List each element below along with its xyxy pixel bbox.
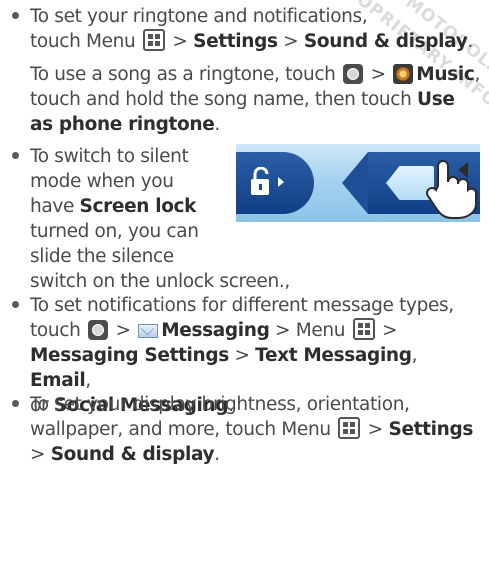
launcher-icon xyxy=(343,64,364,84)
b3-email: Email xyxy=(30,370,86,391)
b2-l4: turned on, you can xyxy=(30,221,199,242)
bullet-3-dot xyxy=(12,293,22,308)
messaging-icon xyxy=(138,324,159,338)
b1sub-pre: To use a song as a ringtone, touch xyxy=(30,64,342,85)
b1sub-end: . xyxy=(214,114,220,135)
b3-text-messaging: Text Messaging xyxy=(255,345,412,366)
menu-icon-2 xyxy=(352,318,375,340)
b3-sep-1: > xyxy=(109,320,137,341)
b3-sep-3: > xyxy=(376,320,398,341)
b1-sep-1: > xyxy=(166,31,194,52)
b2-l2: mode when you xyxy=(30,171,174,192)
bullet-4-dot xyxy=(12,392,22,407)
unlock-screen-illustration xyxy=(236,144,480,222)
b3-messaging: Messaging xyxy=(161,320,270,341)
b3-messaging-settings: Messaging Settings xyxy=(30,345,229,366)
b2-l6: switch on the unlock screen., xyxy=(30,271,290,292)
b2-l5: slide the silence xyxy=(30,246,174,267)
b4-settings: Settings xyxy=(388,419,473,440)
bullet-2-text: To switch to silent mode when you have S… xyxy=(30,144,290,294)
bullet-4-text: To set your display brightness, orientat… xyxy=(30,392,481,467)
b1-touch-menu: touch Menu xyxy=(30,31,141,52)
b2-l3-pre: have xyxy=(30,196,80,217)
b3-sep-2: > Menu xyxy=(269,320,351,341)
arrow-right-icon xyxy=(278,177,284,187)
menu-icon-3 xyxy=(338,417,361,439)
b2-l1: To switch to silent xyxy=(30,146,189,167)
b1-period: . xyxy=(467,31,473,52)
b1-line1: To set your ringtone and notifications, xyxy=(30,6,368,27)
b1sub-sep: > xyxy=(365,64,392,85)
b1-settings-label: Settings xyxy=(193,31,278,52)
b1sub-music-label: Music xyxy=(416,64,475,85)
b1-sound-display-label: Sound & display xyxy=(303,31,468,52)
b4-sound-display: Sound & display xyxy=(50,444,215,465)
bullet-1-dot xyxy=(12,4,22,19)
b4-line1: To set your display brightness, orientat… xyxy=(30,394,410,415)
bullet-1-text: To set your ringtone and notifications, … xyxy=(30,4,481,54)
lock-icon xyxy=(251,167,284,195)
menu-icon xyxy=(142,29,165,51)
b4-sep-2: > xyxy=(30,444,51,465)
launcher-icon-2 xyxy=(87,320,108,340)
bullet-2-dot xyxy=(12,144,22,159)
b4-sep-1: > xyxy=(362,419,389,440)
b3-comma: , xyxy=(411,345,418,366)
b3-pre: touch xyxy=(30,320,86,341)
music-icon xyxy=(393,64,414,84)
hand-pointer-icon xyxy=(426,160,477,219)
b3-comma-2: , xyxy=(85,370,91,391)
b3-line1: To set notifications for different messa… xyxy=(30,295,454,316)
b1-sep-2: > xyxy=(277,31,304,52)
lock-slider-tab xyxy=(236,152,314,214)
b4-end: . xyxy=(214,444,220,465)
bullet-1-sub-text: To use a song as a ringtone, touch > Mus… xyxy=(30,62,481,137)
b4-pre: wallpaper, and more, touch Menu xyxy=(30,419,337,440)
b3-sep-4: > xyxy=(228,345,256,366)
speaker-mute-icon xyxy=(458,162,468,178)
b2-screen-lock: Screen lock xyxy=(79,196,197,217)
